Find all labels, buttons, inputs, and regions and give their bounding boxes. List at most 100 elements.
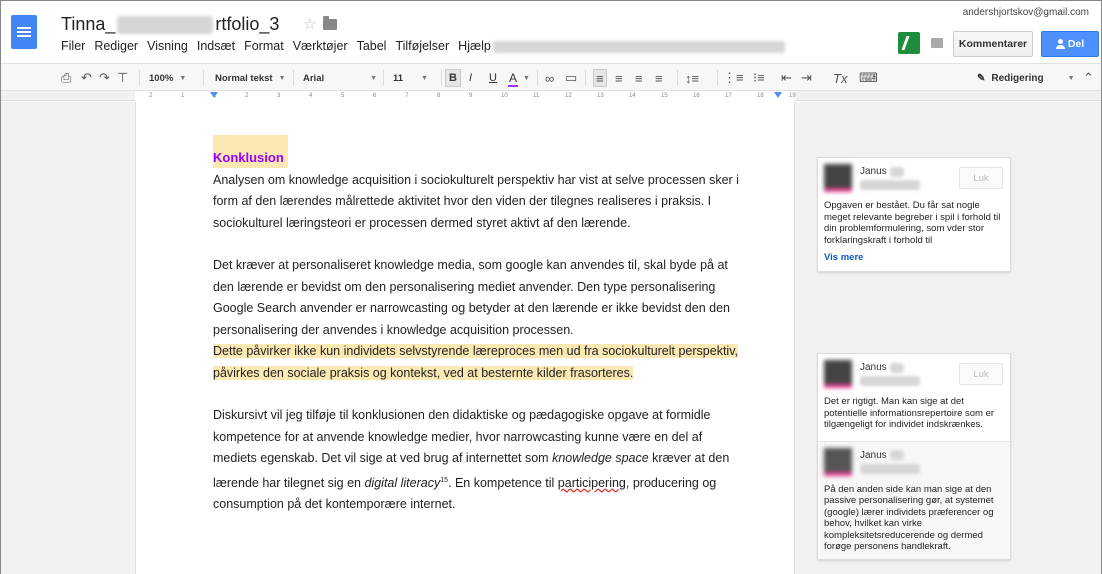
right-indent-marker[interactable] — [774, 92, 782, 98]
underline-button[interactable]: U — [489, 69, 497, 87]
toolbar: ⎙ ↶ ↷ ⊤ 100% ▼ Normal tekst ▼ Arial ▼ 11 ▼ B… — [1, 63, 1101, 91]
p3-italic-knowledge-space: knowledge space — [552, 451, 649, 465]
star-icon[interactable]: ☆ — [303, 15, 316, 33]
date-redaction — [860, 180, 920, 190]
spellcheck-word[interactable]: participering — [558, 476, 626, 490]
collapse-icon[interactable]: ⌃ — [1083, 69, 1094, 87]
menu-filer[interactable]: Filer — [61, 39, 85, 53]
docs-logo-icon[interactable] — [11, 15, 37, 49]
numbered-list-icon[interactable]: ⋮≡ — [723, 69, 744, 87]
ruler-tick: 16 — [693, 93, 700, 99]
author-name: Janus — [860, 166, 887, 177]
name-redaction — [889, 166, 904, 177]
editing-mode-select[interactable]: ✎ Redigering ▼ — [977, 69, 1075, 87]
editing-mode-label: Redigering — [991, 72, 1044, 84]
document-title[interactable]: Tinna_ rtfolio_3 — [61, 14, 279, 35]
comment-thread-2[interactable]: Janus Luk Det er rigtigt. Man kan sige a… — [817, 353, 1011, 560]
undo-icon[interactable]: ↶ — [81, 69, 92, 87]
print-icon[interactable]: ⎙ — [61, 69, 71, 87]
align-left-icon[interactable]: ≡ — [593, 69, 607, 87]
folder-icon[interactable] — [323, 16, 337, 30]
menu-indsaet[interactable]: Indsæt — [197, 39, 235, 53]
comments-button[interactable]: Kommentarer — [953, 31, 1033, 57]
chevron-down-icon: ▼ — [523, 74, 530, 82]
paragraph-2: Det kræver at personaliseret knowledge m… — [213, 258, 730, 337]
clear-formatting-icon[interactable]: Tx — [833, 69, 847, 87]
ruler-tick: 6 — [373, 93, 377, 99]
menu-rediger[interactable]: Rediger — [94, 39, 138, 53]
resolve-button[interactable]: Luk — [959, 167, 1003, 189]
menu-format[interactable]: Format — [244, 39, 284, 53]
share-label: Del — [1067, 38, 1085, 50]
addon-icon[interactable] — [898, 32, 920, 54]
zoom-value: 100% — [149, 72, 174, 84]
redo-icon[interactable]: ↷ — [99, 69, 110, 87]
ruler-tick: 2 — [245, 93, 249, 99]
link-icon[interactable]: ∞ — [545, 69, 554, 87]
resolve-button[interactable]: Luk — [959, 363, 1003, 385]
italic-button[interactable]: I — [469, 69, 472, 87]
reply-author: Janus — [860, 450, 904, 461]
comment-reply[interactable]: Janus På den anden side kan man sige at … — [818, 440, 1010, 559]
chevron-down-icon: ▼ — [370, 74, 378, 82]
paragraph-1: Analysen om knowledge acquisition i soci… — [213, 172, 739, 230]
chevron-down-icon: ▼ — [278, 74, 286, 82]
paragraph-3: Diskursivt vil jeg tilføje til konklusio… — [213, 405, 743, 516]
menu-tilfojelser[interactable]: Tilføjelser — [395, 39, 449, 53]
text-color-button[interactable]: A ▼ — [507, 69, 530, 87]
justify-icon[interactable]: ≡ — [655, 69, 663, 87]
ruler-tick: 3 — [277, 93, 281, 99]
line-spacing-icon[interactable]: ↕≡ — [685, 69, 699, 87]
comment-header: Janus Luk — [818, 354, 1010, 392]
bold-button[interactable]: B — [445, 69, 461, 87]
last-edit-redaction — [493, 41, 785, 53]
show-more-link[interactable]: Vis mere — [818, 252, 1010, 271]
left-indent-marker[interactable] — [210, 92, 218, 98]
date-redaction — [860, 376, 920, 386]
ruler[interactable]: 2 1 1 2 3 4 5 6 7 8 9 10 11 12 13 14 15 16 17 18 19 — [1, 91, 1101, 101]
keyboard-icon[interactable]: ⌨ — [859, 69, 878, 87]
p3-italic-digital-literacy: digital literacy — [364, 475, 441, 490]
bulleted-list-icon[interactable]: ⁝≡ — [753, 69, 765, 87]
name-redaction — [889, 450, 904, 460]
comment-author: Janus — [860, 362, 904, 373]
document-body[interactable]: Konklusion Analysen om knowledge acquisi… — [213, 135, 743, 516]
font-select[interactable]: Arial ▼ — [303, 69, 377, 87]
decrease-indent-icon[interactable]: ⇤ — [781, 69, 792, 87]
ruler-tick: 14 — [629, 93, 636, 99]
title-redaction — [117, 15, 214, 34]
ruler-tick: 15 — [661, 93, 668, 99]
footnote-ref[interactable]: 15 — [440, 477, 448, 484]
account-email[interactable]: andershjortskov@gmail.com — [963, 7, 1089, 18]
font-size-value: 11 — [393, 72, 404, 84]
increase-indent-icon[interactable]: ⇥ — [801, 69, 812, 87]
title-start: Tinna_ — [61, 14, 116, 34]
ruler-scale: 2 1 1 2 3 4 5 6 7 8 9 10 11 12 13 14 15 16 17 18 19 — [135, 91, 796, 101]
menu-visning[interactable]: Visning — [147, 39, 188, 53]
comment-thread-1[interactable]: Janus Luk Opgaven er bestået. Du får sat… — [817, 157, 1011, 272]
reply-text: På den anden side kan man sige at den pa… — [824, 483, 994, 553]
title-end: rtfolio_3 — [215, 14, 280, 34]
chevron-down-icon: ▼ — [1067, 74, 1075, 82]
header: Tinna_ rtfolio_3 ☆ Filer Rediger Visning… — [1, 1, 1101, 63]
chevron-down-icon: ▼ — [421, 74, 428, 82]
share-button[interactable]: Del — [1041, 31, 1099, 57]
style-select[interactable]: Normal tekst ▼ — [215, 69, 286, 87]
comment-icon[interactable]: ▭ — [565, 69, 577, 87]
comment-text: Opgaven er bestået. Du får sat nogle meg… — [824, 200, 1001, 246]
document-page[interactable]: Konklusion Analysen om knowledge acquisi… — [135, 102, 795, 574]
ruler-tick: 9 — [469, 93, 473, 99]
menu-vaerktojer[interactable]: Værktøjer — [293, 39, 348, 53]
menu-tabel[interactable]: Tabel — [357, 39, 387, 53]
zoom-select[interactable]: 100% ▼ — [149, 69, 186, 87]
person-icon — [1055, 39, 1065, 49]
name-redaction — [889, 362, 904, 373]
ruler-tick: 13 — [597, 93, 604, 99]
align-center-icon[interactable]: ≡ — [615, 69, 623, 87]
font-size-select[interactable]: 11 ▼ — [393, 69, 428, 87]
ruler-tick: 2 — [149, 93, 153, 99]
chat-icon[interactable] — [931, 38, 943, 48]
menu-hjaelp[interactable]: Hjælp — [458, 39, 491, 53]
paint-format-icon[interactable]: ⊤ — [117, 69, 128, 87]
align-right-icon[interactable]: ≡ — [635, 69, 643, 87]
